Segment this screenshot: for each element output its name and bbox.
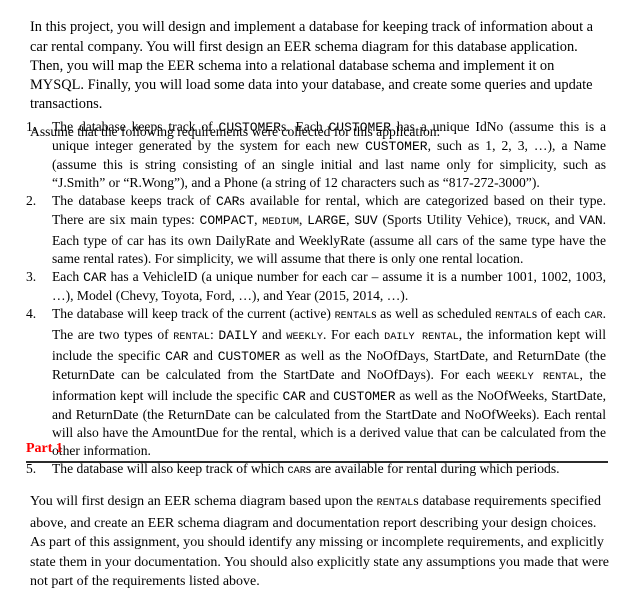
entity-name: WEEKLY RENTAL: [497, 372, 580, 383]
requirement-item: 1. The database keeps track of CUSTOMERs.…: [26, 118, 606, 192]
requirement-number: 1.: [26, 119, 37, 134]
entity-name: CAR: [287, 466, 306, 477]
entity-name: CAR: [165, 349, 189, 364]
entity-name: CAR: [216, 194, 240, 209]
entity-name: DAILY: [218, 328, 258, 343]
entity-name: VAN: [579, 213, 603, 228]
part-1-heading: Part 1: [26, 441, 608, 463]
requirement-number: 4.: [26, 306, 37, 321]
requirement-text: The database will keep track of the curr…: [52, 306, 606, 458]
entity-name: CUSTOMER: [217, 349, 281, 364]
entity-name: DAILY RENTAL: [384, 332, 459, 343]
requirement-item: 2. The database keeps track of CARs avail…: [26, 192, 606, 268]
intro-paragraph: In this project, you will design and imp…: [30, 19, 594, 113]
entity-name: MEDIUM: [262, 217, 299, 228]
document-page: In this project, you will design and imp…: [0, 0, 629, 589]
requirement-item: 4. The database will keep track of the cu…: [26, 305, 606, 460]
entity-name: RENTAL: [173, 332, 210, 343]
entity-name: CAR: [282, 389, 306, 404]
entity-name: COMPACT: [199, 213, 255, 228]
requirement-item: 5. The database will also keep track of w…: [26, 460, 606, 481]
entity-name: RENTAL: [334, 311, 372, 322]
entity-name: CUSTOMER: [333, 389, 396, 404]
requirement-number: 3.: [26, 269, 37, 284]
entity-name: RENTAL: [495, 311, 532, 322]
entity-name: SUV: [354, 213, 378, 228]
entity-name: TRUCK: [516, 217, 547, 228]
requirement-text: Each CAR has a VehicleID (a unique numbe…: [52, 269, 606, 303]
entity-name: CUSTOMER: [328, 120, 391, 135]
entity-name: CAR: [83, 270, 107, 285]
requirement-text: The database keeps track of CARs availab…: [52, 193, 607, 266]
requirements-list: 1. The database keeps track of CUSTOMERs.…: [26, 118, 606, 481]
requirement-item: 3. Each CAR has a VehicleID (a unique num…: [26, 268, 606, 305]
entity-name: RENTAL: [376, 498, 414, 509]
entity-name: LARGE: [307, 213, 347, 228]
requirement-text: The database will also keep track of whi…: [52, 461, 560, 477]
requirement-number: 2.: [26, 193, 37, 208]
entity-name: CUSTOMER: [218, 120, 281, 135]
entity-name: CAR: [584, 311, 603, 322]
entity-name: CUSTOMER: [365, 139, 428, 154]
entity-name: WEEKLY: [286, 332, 324, 343]
requirement-text: The database keeps track of CUSTOMERs. E…: [52, 119, 606, 190]
